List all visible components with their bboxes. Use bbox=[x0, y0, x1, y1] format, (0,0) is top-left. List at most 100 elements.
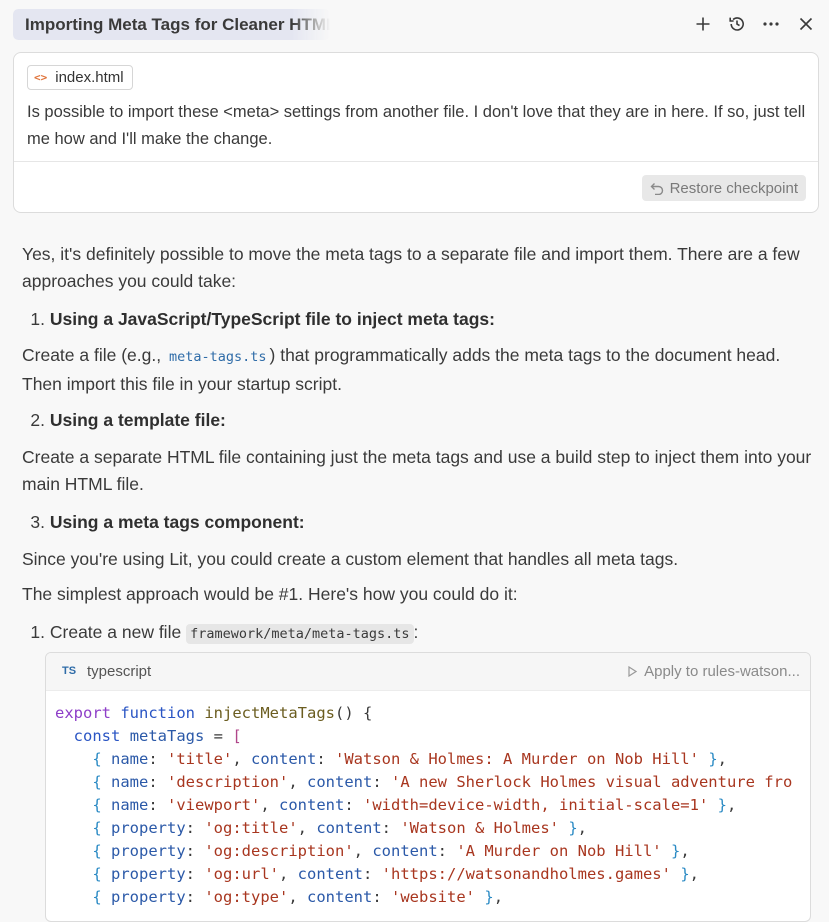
code-token: content bbox=[316, 819, 382, 837]
code-token: { bbox=[92, 819, 102, 837]
code-token: function bbox=[120, 704, 195, 722]
approach-2-desc: Create a separate HTML file containing j… bbox=[22, 447, 812, 494]
inline-code[interactable]: framework/meta/meta-tags.ts bbox=[186, 624, 414, 644]
code-line: { name: 'description', content: 'A new S… bbox=[55, 771, 792, 794]
chat-title[interactable]: Importing Meta Tags for Cleaner HTML bbox=[13, 9, 330, 40]
list-number: 1. bbox=[30, 622, 45, 642]
code-token: 'title' bbox=[167, 750, 233, 768]
list-number: 2. bbox=[30, 410, 45, 430]
inline-code[interactable]: meta-tags.ts bbox=[166, 349, 270, 365]
list-number: 1. bbox=[30, 309, 45, 329]
approach-1-desc: Create a file (e.g., meta-tags.ts) that … bbox=[22, 342, 812, 398]
code-token: () { bbox=[335, 704, 373, 722]
code-block: TS typescript Apply to rules-watson... e… bbox=[45, 652, 811, 922]
text: Create a file (e.g., bbox=[22, 345, 166, 365]
code-line: { name: 'title', content: 'Watson & Holm… bbox=[55, 748, 792, 771]
code-line: { property: 'og:url', content: 'https://… bbox=[55, 863, 792, 886]
code-token: } bbox=[670, 842, 681, 860]
code-token: 'A Murder on Nob Hill' bbox=[456, 842, 662, 860]
code-token: property bbox=[111, 865, 186, 883]
code-token: [ bbox=[232, 727, 242, 745]
code-token: 'og:description' bbox=[204, 842, 354, 860]
approach-2-title: 2. Using a template file: bbox=[22, 407, 812, 434]
code-token: : bbox=[148, 773, 168, 791]
code-token: 'viewport' bbox=[167, 796, 261, 814]
file-chip-label: index.html bbox=[55, 69, 124, 86]
code-token: content bbox=[307, 773, 373, 791]
code-token: : bbox=[437, 842, 457, 860]
code-line: export function injectMetaTags() { bbox=[55, 702, 792, 725]
restore-checkpoint-button[interactable]: Restore checkpoint bbox=[641, 175, 806, 201]
code-content[interactable]: export function injectMetaTags() { const… bbox=[55, 702, 792, 909]
step-1: 1. Create a new file framework/meta/meta… bbox=[22, 619, 812, 648]
code-token: : bbox=[185, 888, 205, 906]
code-token: , bbox=[288, 773, 308, 791]
code-token: } bbox=[484, 888, 494, 906]
code-token: 'Watson & Holmes: A Murder on Nob Hill' bbox=[335, 750, 699, 768]
close-icon[interactable] bbox=[794, 12, 818, 36]
approach-title: Using a template file: bbox=[49, 410, 226, 430]
approach-3-title: 3. Using a meta tags component: bbox=[22, 509, 812, 536]
plus-icon[interactable] bbox=[691, 12, 715, 36]
text: Create a new file bbox=[49, 622, 187, 642]
code-token: , bbox=[680, 842, 690, 860]
code-line: { property: 'og:description', content: '… bbox=[55, 840, 792, 863]
code-token: injectMetaTags bbox=[204, 704, 335, 722]
approach-title: Using a meta tags component: bbox=[49, 512, 305, 532]
code-token: , bbox=[493, 888, 504, 906]
user-message-card: <> index.html Is possible to import thes… bbox=[13, 52, 819, 213]
code-line: { property: 'og:title', content: 'Watson… bbox=[55, 817, 792, 840]
apply-label: Apply to rules-watson... bbox=[644, 663, 800, 680]
user-message-text: Is possible to import these <meta> setti… bbox=[27, 103, 806, 148]
code-token: const bbox=[73, 727, 121, 745]
history-icon[interactable] bbox=[725, 12, 749, 36]
code-token: , bbox=[279, 865, 298, 883]
code-token: , bbox=[353, 842, 373, 860]
code-line: const metaTags = [ bbox=[55, 725, 792, 748]
simplest-approach-text: The simplest approach would be #1. Here'… bbox=[22, 584, 518, 604]
code-token: 'A new Sherlock Holmes visual adventure … bbox=[391, 773, 793, 791]
apply-button[interactable]: Apply to rules-watson... bbox=[628, 663, 800, 680]
code-token: property bbox=[111, 888, 186, 906]
more-icon[interactable] bbox=[759, 12, 783, 36]
file-chip[interactable]: <> index.html bbox=[27, 65, 133, 90]
divider bbox=[14, 161, 818, 162]
code-token: export bbox=[55, 704, 111, 722]
code-token: : bbox=[381, 819, 401, 837]
approach-3-desc: Since you're using Lit, you could create… bbox=[22, 549, 679, 569]
code-token: 'website' bbox=[391, 888, 476, 906]
code-token: : bbox=[316, 750, 336, 768]
restore-checkpoint-label: Restore checkpoint bbox=[669, 179, 798, 197]
code-token: , bbox=[689, 865, 699, 883]
code-token: , bbox=[260, 796, 280, 814]
code-line: { property: 'og:type', content: 'website… bbox=[55, 886, 792, 909]
chat-header: Importing Meta Tags for Cleaner HTML bbox=[0, 0, 829, 50]
code-token: content bbox=[297, 865, 363, 883]
code-token: 'og:url' bbox=[204, 865, 279, 883]
code-token: : bbox=[363, 865, 382, 883]
code-file-icon: <> bbox=[34, 71, 48, 84]
code-token: } bbox=[708, 750, 718, 768]
approach-title: Using a JavaScript/TypeScript file to in… bbox=[49, 309, 495, 329]
code-token: , bbox=[717, 750, 727, 768]
code-token: : bbox=[372, 773, 392, 791]
code-token: 'og:type' bbox=[204, 888, 289, 906]
play-icon bbox=[628, 666, 638, 677]
code-token: property bbox=[111, 842, 186, 860]
code-token: , bbox=[232, 750, 252, 768]
